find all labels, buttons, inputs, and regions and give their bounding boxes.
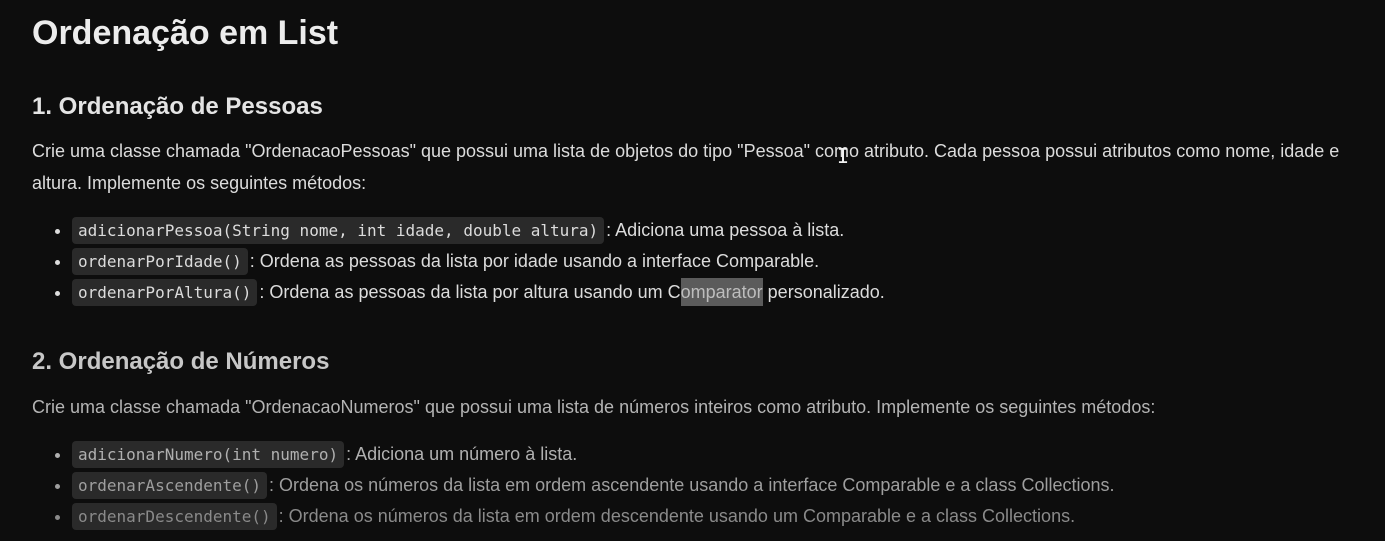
text-selection[interactable]: omparator — [680, 278, 763, 306]
method-description: : Adiciona um número à lista. — [346, 444, 578, 464]
section-1-method-list: adicionarPessoa(String nome, int idade, … — [32, 215, 1362, 308]
method-code: ordenarAscendente() — [72, 472, 268, 499]
method-description: : Ordena os números da lista em ordem de… — [278, 506, 1076, 526]
method-description-end: personalizado. — [762, 282, 885, 302]
page-title: Ordenação em List — [32, 14, 339, 52]
list-item: ordenarAscendente(): Ordena os números d… — [72, 470, 1362, 501]
list-item: adicionarNumero(int numero): Adiciona um… — [72, 439, 1362, 470]
section-2-description: Crie uma classe chamada "OrdenacaoNumero… — [32, 397, 1156, 417]
list-item: ordenarPorAltura(): Ordena as pessoas da… — [72, 277, 1362, 308]
method-code: adicionarNumero(int numero) — [72, 441, 345, 468]
method-code: ordenarPorIdade() — [72, 248, 248, 275]
list-item: ordenarDescendente(): Ordena os números … — [72, 501, 1362, 532]
text-cursor-icon: I — [837, 144, 850, 168]
method-code: ordenarPorAltura() — [72, 279, 258, 306]
method-description: : Adiciona uma pessoa à lista. — [606, 220, 845, 240]
document: Ordenação em List 1. Ordenação de Pessoa… — [32, 0, 1362, 532]
section-2-heading: 2. Ordenação de Números — [32, 348, 330, 375]
section-2-method-list: adicionarNumero(int numero): Adiciona um… — [32, 439, 1362, 532]
method-description: : Ordena as pessoas da lista por altura … — [259, 282, 681, 302]
list-item: adicionarPessoa(String nome, int idade, … — [72, 215, 1362, 246]
method-code: adicionarPessoa(String nome, int idade, … — [72, 217, 605, 244]
section-1-description: Crie uma classe chamada "OrdenacaoPessoa… — [32, 141, 1340, 193]
method-code: ordenarDescendente() — [72, 503, 277, 530]
method-description: : Ordena os números da lista em ordem as… — [269, 475, 1115, 495]
method-description: : Ordena as pessoas da lista por idade u… — [249, 251, 820, 271]
section-1-heading: 1. Ordenação de Pessoas — [32, 93, 323, 120]
list-item: ordenarPorIdade(): Ordena as pessoas da … — [72, 246, 1362, 277]
